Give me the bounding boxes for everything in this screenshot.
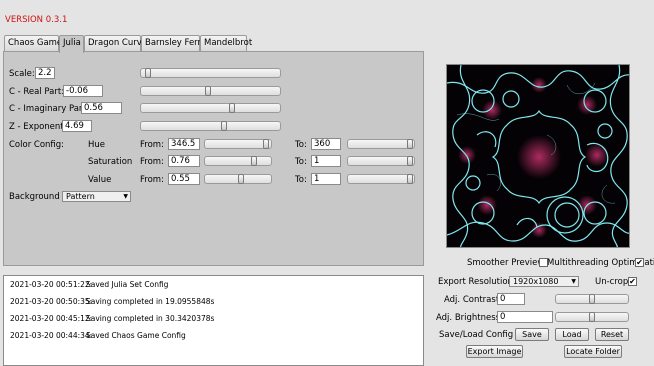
locate-folder-button[interactable]: Locate Folder	[564, 345, 622, 358]
value-from-input[interactable]: 0.55	[168, 173, 200, 185]
tab-dragon-curve[interactable]: Dragon Curve	[84, 35, 147, 52]
scale-slider[interactable]	[140, 68, 281, 78]
log-message: Saved Chaos Game Config	[86, 331, 186, 340]
value-from-slider[interactable]	[204, 174, 272, 184]
tab-mandelbrot[interactable]: Mandelbrot	[200, 35, 252, 52]
log-timestamp: 2021-03-20 00:50:35:	[10, 297, 93, 306]
hue-to-input[interactable]: 360	[311, 138, 341, 150]
saturation-label: Saturation	[88, 157, 133, 167]
hue-from-input[interactable]: 346.5	[168, 138, 200, 150]
imag-part-label: C - Imaginary Part:	[9, 104, 89, 114]
contrast-slider[interactable]	[555, 294, 629, 304]
hue-label: Hue	[88, 140, 106, 150]
contrast-input[interactable]: 0	[497, 293, 525, 305]
log-timestamp: 2021-03-20 00:44:34:	[10, 331, 93, 340]
exponent-slider-thumb[interactable]	[221, 121, 227, 131]
log-timestamp: 2021-03-20 00:45:12:	[10, 314, 93, 323]
value-to-slider-thumb[interactable]	[407, 174, 413, 184]
hue-to-slider-thumb[interactable]	[407, 139, 413, 149]
saturation-from-slider-thumb[interactable]	[251, 156, 257, 166]
contrast-label: Adj. Contrast:	[444, 295, 503, 305]
value-to-input[interactable]: 1	[311, 173, 341, 185]
real-part-slider-thumb[interactable]	[205, 86, 211, 96]
chevron-down-icon: ▼	[123, 193, 128, 200]
saturation-from-slider[interactable]	[204, 156, 272, 166]
log-message: Saving completed in 30.3420378s	[86, 314, 215, 323]
log-panel[interactable]: 2021-03-20 00:51:22: Saved Julia Set Con…	[3, 275, 424, 366]
fractal-preview-image	[447, 65, 629, 247]
imag-part-slider-thumb[interactable]	[229, 103, 235, 113]
scale-label: Scale:	[9, 69, 35, 79]
imag-part-input[interactable]: 0.56	[81, 102, 122, 114]
brightness-slider[interactable]	[555, 312, 629, 322]
smoother-preview-label: Smoother Preview	[467, 258, 545, 268]
background-select[interactable]: Pattern ▼	[62, 191, 131, 202]
tab-julia[interactable]: Julia	[59, 35, 84, 53]
value-to-slider[interactable]	[347, 174, 415, 184]
saturation-to-slider[interactable]	[347, 156, 415, 166]
saturation-to-slider-thumb[interactable]	[407, 156, 413, 166]
real-part-slider[interactable]	[140, 86, 281, 96]
value-from-label: From:	[140, 175, 164, 185]
hue-to-label: To:	[295, 140, 307, 150]
exponent-input[interactable]: 4.69	[62, 120, 92, 132]
brightness-label: Adj. Brightness:	[436, 313, 503, 323]
saveload-label: Save/Load Config :	[439, 330, 519, 340]
saturation-from-label: From:	[140, 157, 164, 167]
hue-from-label: From:	[140, 140, 164, 150]
real-part-input[interactable]: -0.06	[63, 85, 103, 97]
log-message: Saved Julia Set Config	[86, 280, 169, 289]
chevron-down-icon: ▼	[571, 278, 576, 285]
uncrop-checkbox[interactable]: ✔	[628, 277, 637, 286]
export-image-button[interactable]: Export Image	[466, 345, 523, 358]
contrast-slider-thumb[interactable]	[589, 294, 595, 304]
load-button[interactable]: Load	[555, 328, 589, 341]
value-from-slider-thumb[interactable]	[238, 174, 244, 184]
background-select-value: Pattern	[66, 192, 95, 201]
uncrop-label: Un-crop	[595, 277, 629, 287]
tab-chaos-game[interactable]: Chaos Game	[4, 35, 62, 52]
log-timestamp: 2021-03-20 00:51:22:	[10, 280, 93, 289]
imag-part-slider[interactable]	[140, 103, 281, 113]
log-message: Saving completed in 19.0955848s	[86, 297, 215, 306]
julia-settings-panel: Scale: 2.2 C - Real Part: -0.06 C - Imag…	[3, 51, 424, 266]
value-to-label: To:	[295, 175, 307, 185]
export-resolution-value: 1920x1080	[513, 277, 559, 286]
hue-from-slider[interactable]	[204, 139, 272, 149]
fractal-preview[interactable]	[446, 64, 630, 248]
exponent-label: Z - Exponent:	[9, 122, 67, 132]
multithreading-checkbox[interactable]: ✔	[635, 258, 644, 267]
real-part-label: C - Real Part:	[9, 87, 65, 97]
value-label: Value	[88, 175, 112, 185]
saturation-to-label: To:	[295, 157, 307, 167]
export-resolution-label: Export Resolution :	[438, 277, 519, 287]
version-label: VERSION 0.3.1	[5, 15, 68, 25]
save-button[interactable]: Save	[515, 328, 549, 341]
tab-barnsley-fern[interactable]: Barnsley Fern	[141, 35, 203, 52]
brightness-slider-thumb[interactable]	[589, 312, 595, 322]
reset-button[interactable]: Reset	[595, 328, 629, 341]
export-resolution-select[interactable]: 1920x1080 ▼	[509, 276, 579, 287]
brightness-input[interactable]: 0	[497, 311, 553, 323]
exponent-slider[interactable]	[140, 121, 281, 131]
saturation-to-input[interactable]: 1	[311, 155, 341, 167]
hue-from-slider-thumb[interactable]	[263, 139, 269, 149]
scale-input[interactable]: 2.2	[35, 67, 55, 79]
scale-slider-thumb[interactable]	[145, 68, 151, 78]
hue-to-slider[interactable]	[347, 139, 415, 149]
background-label: Background :	[9, 192, 66, 202]
saturation-from-input[interactable]: 0.76	[168, 155, 200, 167]
color-config-label: Color Config:	[9, 140, 65, 150]
